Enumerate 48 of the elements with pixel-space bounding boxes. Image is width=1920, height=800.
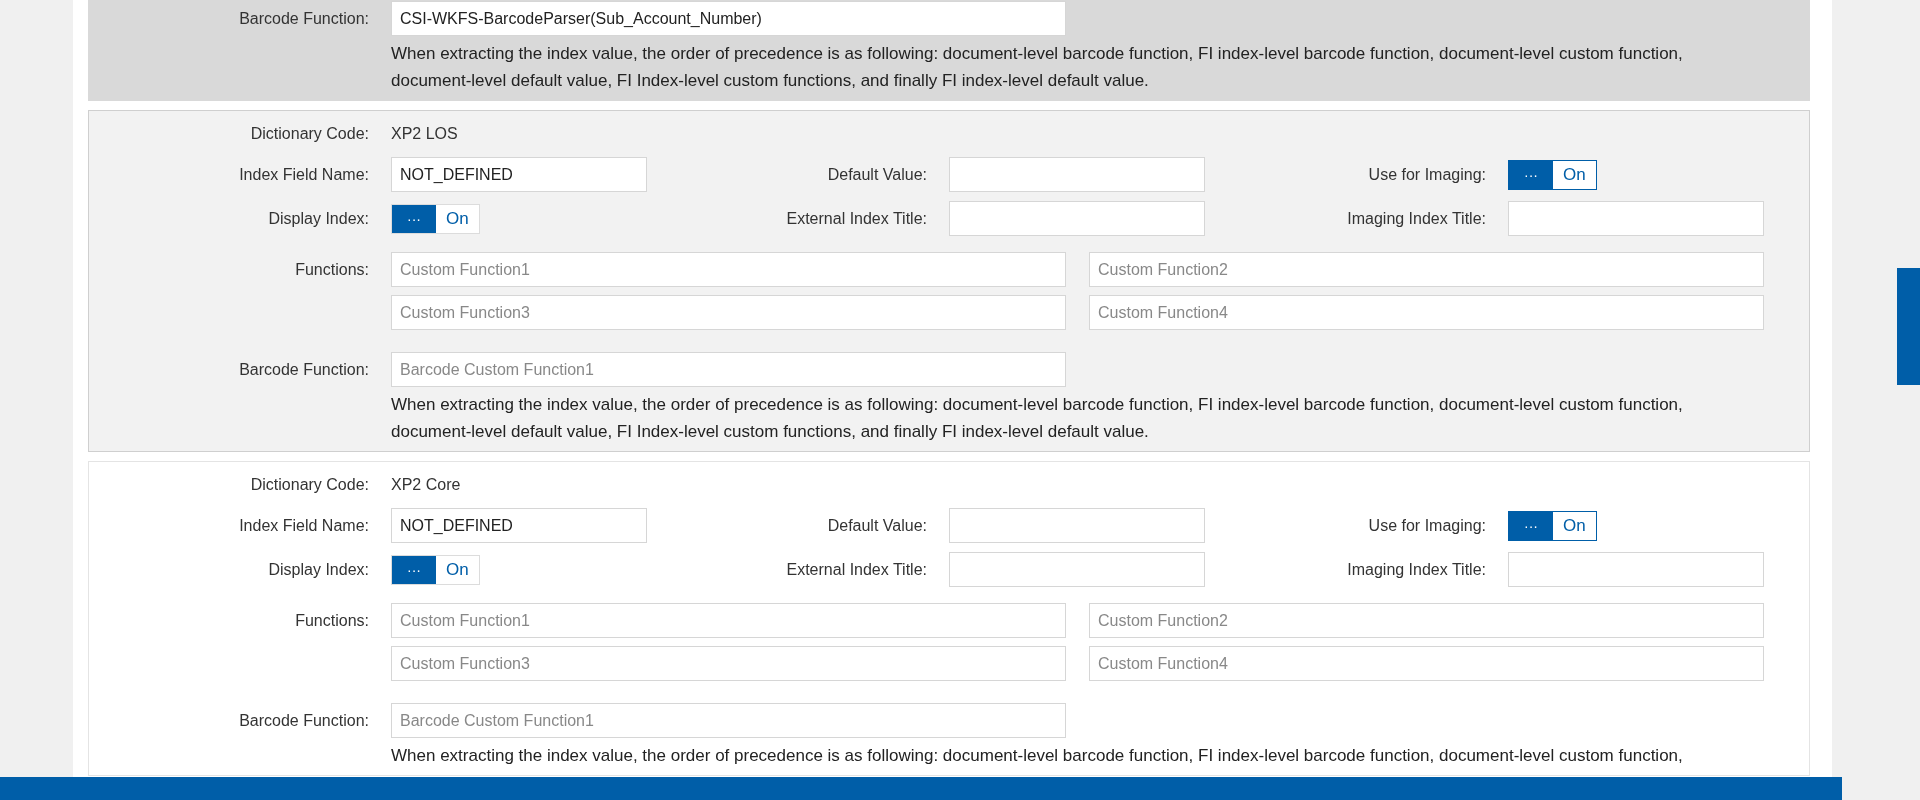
field-label: Use for Imaging: [1367, 516, 1486, 535]
precedence-note: When extracting the index value, the order of precedence is as following: document-level barcode function, FI index-level barcode function, document-level custom function, document-level default value, FI Index-level custom functions, and finally FI index-level default value. [391, 43, 1684, 92]
imaging-title-input[interactable] [1508, 201, 1764, 236]
field-label: Index Field Name: [238, 516, 369, 535]
custom-function-input[interactable]: Custom Function2 [1089, 252, 1764, 287]
field-label: Imaging Index Title: [1346, 560, 1486, 579]
field-label: Barcode Function: [238, 360, 369, 379]
field-label: Barcode Function: [238, 9, 369, 28]
dictionary-code: XP2 LOS [391, 125, 458, 143]
side-tab[interactable] [1897, 268, 1920, 385]
custom-function-input[interactable]: Custom Function1 [391, 603, 1066, 638]
toggle-switch[interactable]: ··· On [391, 203, 480, 234]
field-label: External Index Title: [785, 560, 927, 579]
toggle-switch[interactable]: ··· On [391, 554, 480, 585]
barcode-field[interactable]: Barcode Custom Function1 [391, 703, 1066, 738]
custom-function-input[interactable]: Custom Function4 [1089, 295, 1764, 330]
field-label: Dictionary Code: [249, 476, 369, 494]
custom-function-input[interactable]: Custom Function1 [391, 252, 1066, 287]
field-label: Functions: [294, 612, 369, 630]
default-value-input[interactable] [949, 157, 1205, 192]
field-label: Imaging Index Title: [1346, 209, 1486, 228]
field-label: Use for Imaging: [1367, 165, 1486, 184]
external-title-input[interactable] [949, 552, 1205, 587]
barcode-field[interactable]: Barcode Custom Function1 [391, 352, 1066, 387]
index-field-input[interactable]: NOT_DEFINED [391, 508, 647, 543]
imaging-title-input[interactable] [1508, 552, 1764, 587]
precedence-note: When extracting the index value, the order of precedence is as following: document-level barcode function, FI index-level barcode function, document-level custom function, document-level default value, FI Index-level custom functions, and finally FI index-level default value. [391, 394, 1684, 443]
index-field-input[interactable]: NOT_DEFINED [391, 157, 647, 192]
barcode-field[interactable]: CSI-WKFS-BarcodeParser(Sub_Account_Number) [391, 1, 1066, 36]
toggle-switch[interactable]: ··· On [1508, 510, 1597, 541]
dictionary-code: XP2 Core [391, 476, 461, 494]
custom-function-input[interactable]: Custom Function4 [1089, 646, 1764, 681]
toggle-switch[interactable]: ··· On [1508, 159, 1597, 190]
field-label: Default Value: [826, 516, 927, 535]
field-label: Display Index: [267, 560, 369, 579]
field-label: Display Index: [267, 209, 369, 228]
custom-function-input[interactable]: Custom Function3 [391, 295, 1066, 330]
field-label: Index Field Name: [238, 165, 369, 184]
field-label: Functions: [294, 261, 369, 279]
field-label: Dictionary Code: [249, 125, 369, 143]
default-value-input[interactable] [949, 508, 1205, 543]
precedence-note: When extracting the index value, the order of precedence is as following: document-level barcode function, FI index-level barcode function, document-level custom function, [391, 745, 1684, 767]
field-label: External Index Title: [785, 209, 927, 228]
custom-function-input[interactable]: Custom Function3 [391, 646, 1066, 681]
external-title-input[interactable] [949, 201, 1205, 236]
field-label: Barcode Function: [238, 711, 369, 730]
field-label: Default Value: [826, 165, 927, 184]
custom-function-input[interactable]: Custom Function2 [1089, 603, 1764, 638]
